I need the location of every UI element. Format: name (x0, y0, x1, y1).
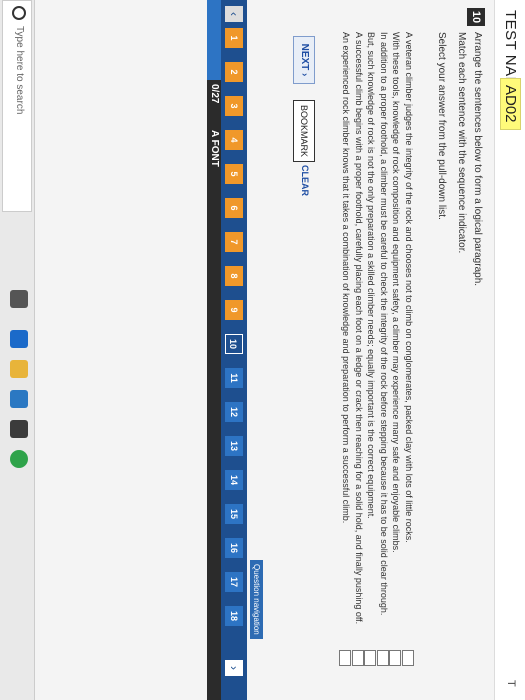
photo-frame: TEST NAME: AD02 T 10 Arrange the sentenc… (0, 0, 525, 700)
